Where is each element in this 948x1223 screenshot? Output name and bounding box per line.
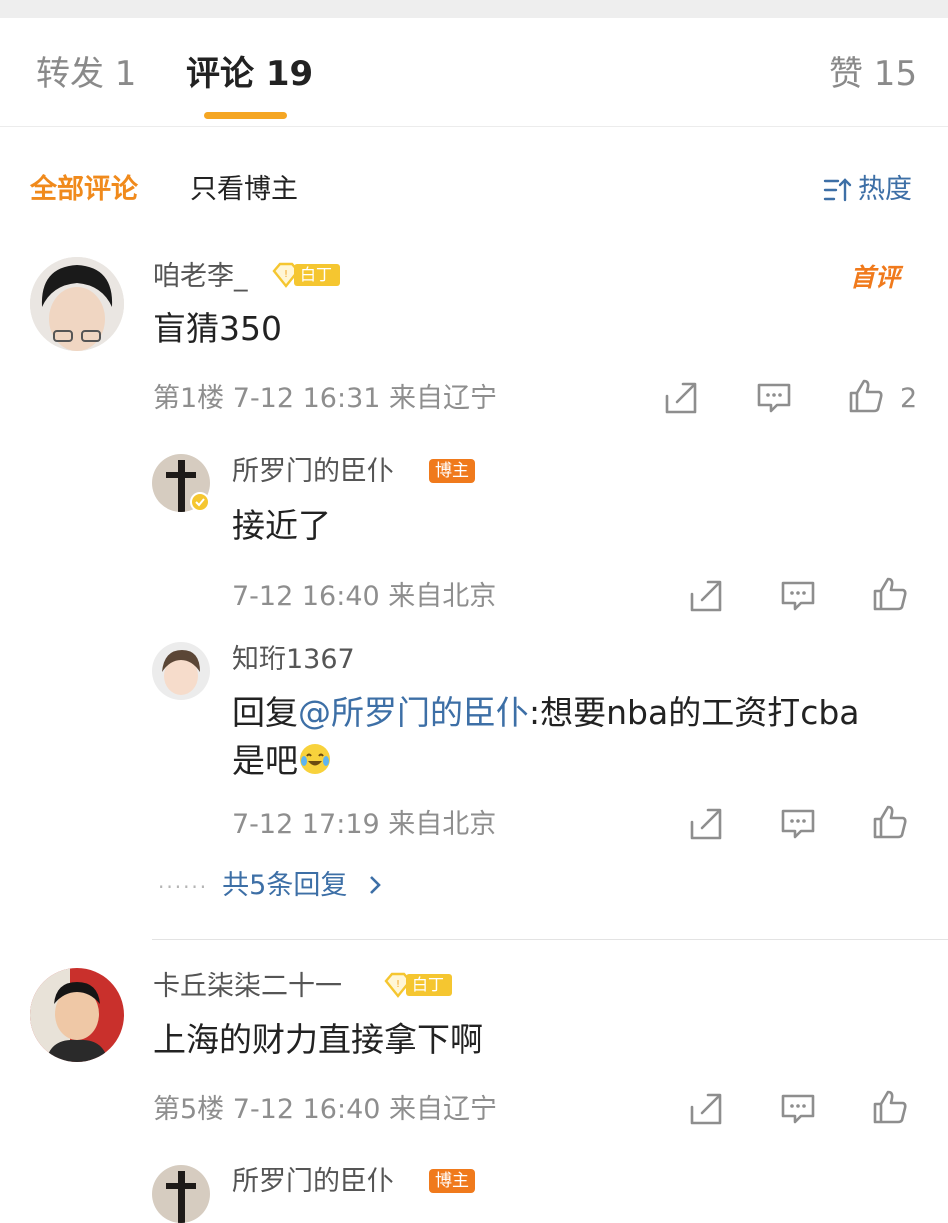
share-icon[interactable]	[663, 380, 699, 416]
tab-comments[interactable]: 评论 19	[186, 54, 313, 94]
filter-all-comments[interactable]: 全部评论	[30, 172, 138, 208]
avatar[interactable]	[30, 968, 124, 1062]
tab-repost[interactable]: 转发 1	[36, 54, 136, 94]
share-icon[interactable]	[688, 578, 724, 614]
like-count: 2	[900, 383, 918, 414]
tab-bar: 转发 1 评论 19 赞 15	[0, 18, 948, 127]
reply-icon[interactable]	[756, 380, 792, 416]
comment-text: 上海的财力直接拿下啊	[153, 1020, 483, 1059]
like-icon[interactable]	[848, 378, 884, 414]
reply-prefix: 回复	[232, 693, 298, 732]
active-tab-indicator	[204, 112, 287, 119]
sort-label: 热度	[858, 174, 912, 205]
dots-icon: ······	[158, 875, 209, 899]
svg-text:!: !	[396, 979, 400, 990]
avatar[interactable]	[152, 642, 210, 700]
sort-icon	[823, 178, 852, 202]
badge-label: 白丁	[406, 974, 453, 996]
mention-link[interactable]: @所罗门的臣仆	[298, 693, 529, 732]
user-level-badge: ! 白丁	[384, 972, 453, 998]
reply-meta: 7-12 17:19 来自北京	[232, 809, 497, 840]
top-strip	[0, 0, 948, 18]
filter-host-only[interactable]: 只看博主	[190, 172, 298, 208]
like-icon[interactable]	[872, 1089, 908, 1125]
username[interactable]: 所罗门的臣仆	[232, 455, 394, 489]
reply-icon[interactable]	[780, 1091, 816, 1127]
share-icon[interactable]	[688, 806, 724, 842]
user-level-badge: ! 白丁	[272, 262, 341, 288]
comment-meta: 第5楼 7-12 16:40 来自辽宁	[153, 1094, 498, 1125]
reply-text-line2: 是吧	[232, 738, 332, 784]
reply-icon[interactable]	[780, 806, 816, 842]
more-replies-link[interactable]: ······ 共5条回复	[158, 868, 386, 905]
host-badge: 博主	[429, 1169, 475, 1193]
svg-text:!: !	[284, 269, 288, 280]
username[interactable]: 咱老李_	[153, 260, 248, 294]
comment-meta: 第1楼 7-12 16:31 来自辽宁	[153, 383, 498, 414]
chevron-right-icon	[370, 876, 381, 894]
laugh-cry-emoji	[300, 744, 330, 774]
more-replies-label: 共5条回复	[222, 870, 348, 901]
reply-meta: 7-12 16:40 来自北京	[232, 581, 497, 612]
first-comment-label: 首评	[850, 263, 901, 292]
reply-text: 回复@所罗门的臣仆:想要nba的工资打cba	[232, 690, 860, 736]
sort-button[interactable]: 热度	[822, 172, 912, 208]
badge-label: 白丁	[294, 264, 341, 286]
username[interactable]: 知珩1367	[232, 643, 355, 677]
reply-body: :想要nba的工资打cba	[529, 693, 860, 732]
verified-icon	[190, 492, 210, 512]
comment-text: 盲猜350	[153, 309, 282, 348]
reply-text: 接近了	[232, 506, 331, 545]
host-badge: 博主	[429, 459, 475, 483]
username[interactable]: 所罗门的臣仆	[232, 1165, 394, 1199]
share-icon[interactable]	[688, 1091, 724, 1127]
username[interactable]: 卡丘柒柒二十一	[153, 970, 342, 1004]
reply-icon[interactable]	[780, 578, 816, 614]
avatar[interactable]	[152, 1165, 210, 1223]
avatar[interactable]	[30, 257, 124, 351]
like-icon[interactable]	[872, 576, 908, 612]
tab-likes[interactable]: 赞 15	[829, 54, 917, 94]
divider	[152, 939, 948, 940]
reply-body-line2: 是吧	[232, 741, 298, 780]
like-icon[interactable]	[872, 804, 908, 840]
